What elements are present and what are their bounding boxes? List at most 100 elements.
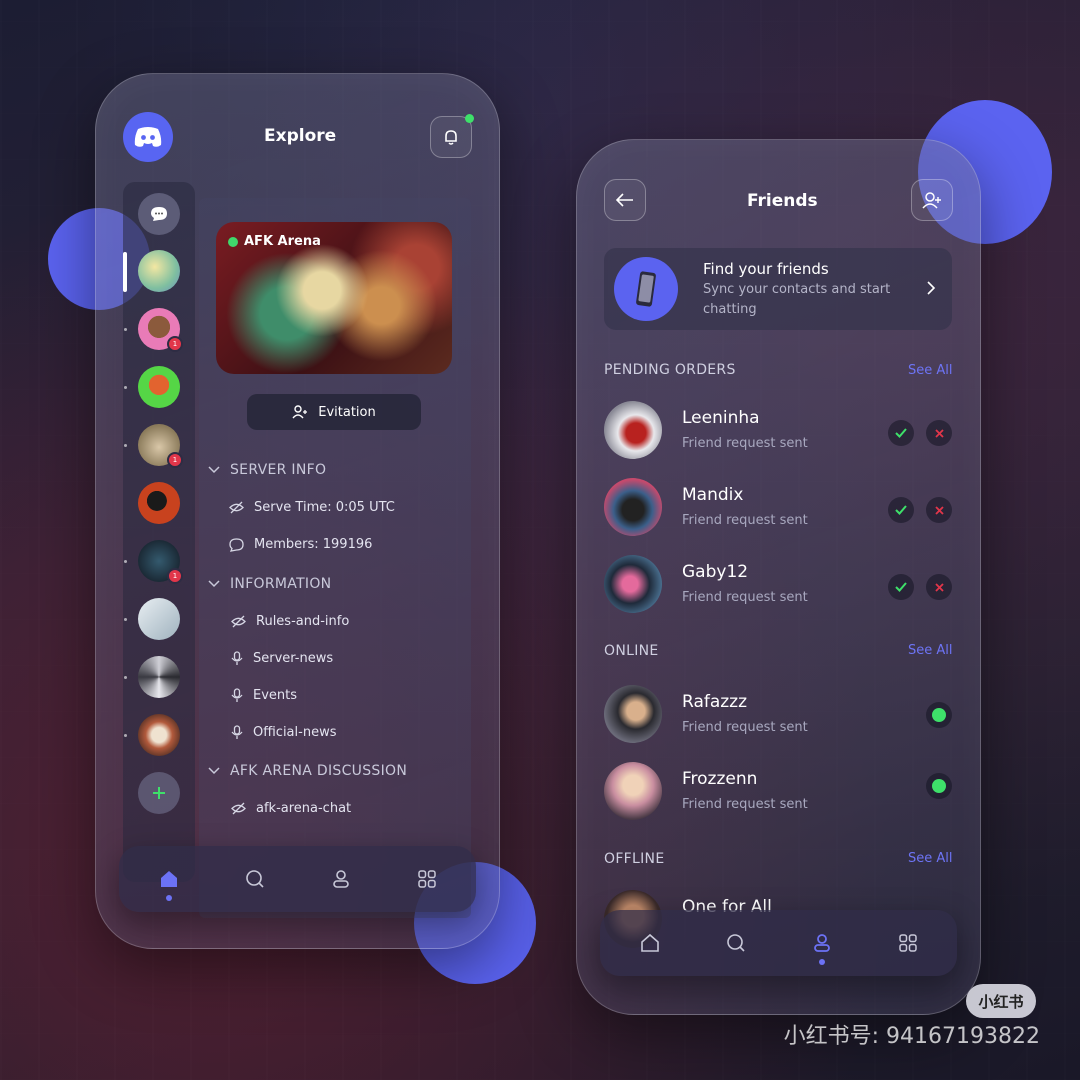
channel-item[interactable]: Events (231, 688, 297, 703)
nav-more[interactable] (896, 931, 920, 955)
decline-button[interactable] (926, 574, 952, 600)
search-icon (727, 934, 745, 952)
chevron-right-icon (927, 281, 936, 295)
friend-row[interactable]: Frozzenn Friend request sent (604, 762, 954, 822)
unread-badge: 1 (167, 452, 183, 468)
server-avatar[interactable] (138, 366, 180, 408)
server-avatar[interactable] (138, 482, 180, 524)
nav-profile[interactable] (329, 867, 353, 891)
page-title: Friends (747, 191, 818, 211)
find-friends-card[interactable]: Find your friends Sync your contacts and… (604, 248, 952, 330)
nav-search[interactable] (243, 867, 267, 891)
check-icon (895, 582, 907, 592)
online-status-dot (926, 702, 952, 728)
direct-messages-button[interactable] (138, 193, 180, 235)
section-header[interactable]: AFK ARENA DISCUSSION (208, 763, 407, 779)
check-icon (895, 505, 907, 515)
check-icon (895, 428, 907, 438)
see-all-link[interactable]: See All (908, 363, 953, 378)
nav-more[interactable] (415, 867, 439, 891)
mic-icon (231, 688, 243, 702)
avatar (604, 685, 662, 743)
channel-item[interactable]: Server-news (231, 651, 333, 666)
accept-button[interactable] (888, 497, 914, 523)
server-avatar[interactable] (138, 714, 180, 756)
unread-pip (124, 560, 127, 563)
see-all-link[interactable]: See All (908, 643, 953, 658)
back-button[interactable] (604, 179, 646, 221)
invite-button[interactable]: Evitation (247, 394, 421, 430)
watermark-logo: 小红书 (966, 984, 1036, 1018)
bottom-nav (119, 846, 476, 912)
avatar (604, 762, 662, 820)
find-friends-subtitle: Sync your contacts and start (703, 282, 891, 297)
accept-button[interactable] (888, 420, 914, 446)
active-indicator (166, 895, 172, 901)
bell-icon (445, 130, 457, 145)
avatar (604, 478, 662, 536)
notifications-button[interactable] (430, 114, 474, 158)
eye-off-icon (231, 615, 246, 628)
channel-item[interactable]: afk-arena-chat (231, 801, 351, 816)
server-banner[interactable]: AFK Arena (216, 222, 452, 374)
section-header[interactable]: SERVER INFO (208, 462, 326, 478)
phone-illustration (614, 257, 678, 321)
discord-logo-icon[interactable] (123, 112, 173, 162)
unread-pip (124, 734, 127, 737)
server-name: AFK Arena (244, 234, 321, 249)
unread-pip (124, 676, 127, 679)
home-icon (161, 871, 177, 887)
channel-item[interactable]: Rules-and-info (231, 614, 349, 629)
search-icon (246, 870, 264, 888)
channel-item[interactable]: Members: 199196 (229, 537, 372, 552)
server-avatar[interactable] (138, 656, 180, 698)
close-icon (934, 505, 944, 515)
channel-item[interactable]: Serve Time: 0:05 UTC (229, 500, 395, 515)
smartphone-icon (636, 271, 656, 307)
user-icon (814, 934, 830, 952)
bottom-nav (600, 910, 957, 976)
friend-request-row[interactable]: Gaby12 Friend request sent (604, 555, 954, 615)
plus-icon (153, 787, 165, 799)
nav-friends[interactable] (810, 931, 834, 955)
unread-pip (124, 386, 127, 389)
add-user-icon (922, 192, 941, 209)
friend-request-row[interactable]: Mandix Friend request sent (604, 478, 954, 538)
close-icon (934, 582, 944, 592)
chat-bubble-icon (229, 537, 244, 552)
section-header[interactable]: INFORMATION (208, 576, 331, 592)
nav-home[interactable] (157, 867, 181, 891)
add-server-button[interactable] (138, 772, 180, 814)
nav-home[interactable] (638, 931, 662, 955)
chevron-down-icon (208, 767, 220, 775)
friend-row[interactable]: Rafazzz Friend request sent (604, 685, 954, 745)
grid-icon (899, 934, 917, 952)
avatar (604, 401, 662, 459)
unread-pip (124, 618, 127, 621)
unread-badge: 1 (167, 568, 183, 584)
notification-dot (465, 114, 474, 123)
close-icon (934, 428, 944, 438)
section-label: OFFLINE (604, 851, 665, 867)
arrow-left-icon (616, 193, 633, 207)
mic-icon (231, 725, 243, 739)
home-icon (641, 933, 659, 952)
decline-button[interactable] (926, 420, 952, 446)
friend-request-row[interactable]: Leeninha Friend request sent (604, 401, 954, 461)
avatar (604, 555, 662, 613)
channel-item[interactable]: Official-news (231, 725, 336, 740)
explore-screen: Explore 1 1 1 AFK Arena Evitation SERVER (95, 73, 500, 949)
server-avatar[interactable] (138, 598, 180, 640)
nav-search[interactable] (724, 931, 748, 955)
eye-off-icon (231, 802, 246, 815)
server-name-chip: AFK Arena (228, 234, 321, 249)
add-friend-button[interactable] (911, 179, 953, 221)
grid-icon (418, 870, 436, 888)
server-avatar[interactable] (138, 250, 180, 292)
decline-button[interactable] (926, 497, 952, 523)
accept-button[interactable] (888, 574, 914, 600)
chevron-down-icon (208, 580, 220, 588)
mic-icon (231, 651, 243, 665)
see-all-link[interactable]: See All (908, 851, 953, 866)
find-friends-title: Find your friends (703, 260, 829, 278)
